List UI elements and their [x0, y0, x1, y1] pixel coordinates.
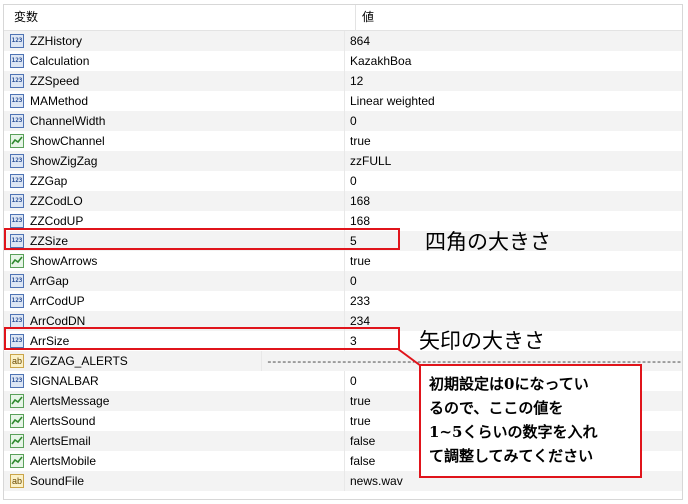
zzsize-note: 四角の大きさ: [425, 230, 551, 254]
callout-line: て調整してみてください: [429, 447, 594, 465]
callout-box: 初期設定は0になってい るので、ここの値を 1~5くらいの数字を入れ て調整して…: [419, 364, 642, 478]
callout-line: 初期設定は0になってい: [429, 375, 589, 393]
callout-line: るので、ここの値を: [429, 399, 564, 417]
callout-line: 1~5くらいの数字を入れ: [429, 423, 598, 441]
arrsize-note: 矢印の大きさ: [419, 329, 545, 353]
